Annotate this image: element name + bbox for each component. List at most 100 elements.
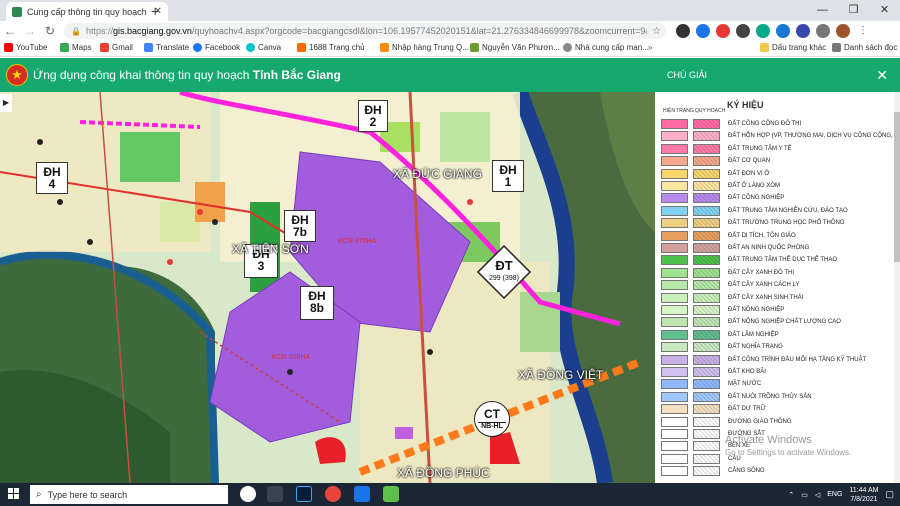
bookmark-translate[interactable]: Translate <box>144 43 189 52</box>
bookmark-star-icon[interactable]: ☆ <box>652 26 666 37</box>
extension-icon[interactable] <box>716 24 730 38</box>
browser-tab-bar: Cung cấp thông tin quy hoạch V ✕ + — ❐ ✕ <box>0 0 900 21</box>
photoshop-icon[interactable] <box>296 486 312 502</box>
legend-swatch-current <box>661 342 688 353</box>
profile-avatar[interactable] <box>836 24 850 38</box>
place-label-dong-phuc: XÃ ĐỒNG PHÚC <box>397 466 490 480</box>
legend-item-label: ĐẤT TRUNG TÂM THỂ DỤC THỂ THAO <box>728 257 838 264</box>
legend-swatch-current <box>661 329 688 340</box>
bookmark-other[interactable]: Dấu trang khác <box>760 43 826 52</box>
legend-swatch-plan <box>693 317 720 328</box>
legend-item: ĐẤT TRUNG TÂM NGHIÊN CỨU, ĐÀO TẠO <box>661 205 848 217</box>
zone-label-dh7b[interactable]: ĐH 7b <box>284 210 316 242</box>
legend-swatch-current <box>661 156 688 167</box>
legend-swatch-plan <box>693 367 720 377</box>
legend-item-label: MẶT NƯỚC <box>728 381 762 388</box>
bookmark-youtube[interactable]: YouTube <box>4 43 47 52</box>
lock-icon[interactable]: 🔒 <box>71 27 81 36</box>
maximize-icon[interactable]: ❐ <box>838 0 869 21</box>
legend-body[interactable]: HIỆN TRẠNG QUY HOẠCH KÝ HIỆU ĐẤT CÔNG CỘ… <box>655 92 900 483</box>
zone-label-dt-code: 299 (398) <box>489 275 519 282</box>
legend-swatch-current <box>661 280 688 291</box>
zone-label-dh1[interactable]: ĐH 1 <box>492 160 524 192</box>
volume-icon[interactable]: ◁ <box>815 491 820 499</box>
bookmarks-overflow-icon[interactable]: » <box>648 43 652 52</box>
chrome-app-icon[interactable] <box>240 486 256 502</box>
legend-item-label: ĐẤT TRƯỜNG TRUNG HỌC PHỔ THÔNG <box>728 220 845 227</box>
legend-swatch-plan <box>693 466 720 477</box>
extension-icon[interactable] <box>756 24 770 38</box>
clock[interactable]: 11:44 AM 7/8/2021 <box>849 486 878 504</box>
legend-item-label: ĐẤT ĐƠN VỊ Ở <box>728 170 770 177</box>
zone-label-dh4[interactable]: ĐH 4 <box>36 162 68 194</box>
taskbar-search[interactable]: ⌕ Type here to search <box>30 485 228 504</box>
start-windows-icon[interactable] <box>8 488 20 500</box>
bookmark-1688[interactable]: 1688 Trang chủ <box>297 43 365 52</box>
bookmark-gmail[interactable]: Gmail <box>100 43 133 52</box>
extension-icon[interactable] <box>676 24 690 38</box>
bookmark-canva[interactable]: Canva <box>246 43 281 52</box>
site-favicon-icon <box>12 6 22 17</box>
legend-swatch-plan <box>693 230 720 241</box>
bookmark-reading-list[interactable]: Danh sách đọc <box>832 43 897 52</box>
legend-swatch-current <box>661 453 688 464</box>
legend-swatch-plan <box>693 379 720 390</box>
extension-icon[interactable] <box>696 24 710 38</box>
browser-tab[interactable]: Cung cấp thông tin quy hoạch V ✕ <box>6 2 168 21</box>
zone-label-dh2[interactable]: ĐH 2 <box>358 100 388 132</box>
legend-swatch-plan <box>693 404 720 415</box>
legend-item-label: ĐẤT NÔNG NGHIỆP CHẤT LƯỢNG CAO <box>728 319 841 326</box>
legend-swatch-current <box>661 119 688 129</box>
taskbar-search-placeholder: Type here to search <box>47 489 128 500</box>
back-icon[interactable]: ← <box>0 24 20 38</box>
extension-icon[interactable] <box>776 24 790 38</box>
legend-scrollbar[interactable] <box>894 92 900 483</box>
close-window-icon[interactable]: ✕ <box>869 0 900 21</box>
language-indicator[interactable]: ENG <box>827 491 842 498</box>
legend-swatch-current <box>661 367 688 377</box>
legend-panel: CHÚ GIẢI ✕ HIỆN TRẠNG QUY HOẠCH KÝ HIỆU … <box>655 58 900 483</box>
extension-icon[interactable] <box>736 24 750 38</box>
legend-item-label: ĐẤT CÂY XANH CÁCH LY <box>728 282 800 289</box>
legend-header: CHÚ GIẢI ✕ <box>655 58 900 92</box>
network-icon[interactable]: ▭ <box>801 491 808 499</box>
puzzle-icon[interactable] <box>816 24 830 38</box>
address-bar-row: ← → ↻ 🔒 https://gis.bacgiang.gov.vn/quyh… <box>0 21 900 41</box>
legend-swatch-current <box>661 255 688 266</box>
legend-swatch-current <box>661 168 688 179</box>
app-icon[interactable] <box>383 486 399 502</box>
minimize-icon[interactable]: — <box>807 0 838 21</box>
close-legend-icon[interactable]: ✕ <box>876 67 888 84</box>
national-emblem-icon: ★ <box>6 64 28 86</box>
chevron-up-icon[interactable]: ⌃ <box>788 491 794 499</box>
planning-map[interactable]: ▶ ĐH 2 ĐH 4 ĐH 1 ĐH 7b ĐH 3 ĐH 8b ĐT 299 (398)… <box>0 92 655 483</box>
menu-icon[interactable]: ⋮ <box>856 24 870 38</box>
legend-item: ĐẤT TRƯỜNG TRUNG HỌC PHỔ THÔNG <box>661 217 845 229</box>
zone-label-ct[interactable]: CT NB-HL <box>474 401 510 437</box>
extension-icon[interactable] <box>796 24 810 38</box>
bookmark-nhap-hang[interactable]: Nhập hàng Trung Q... <box>380 43 469 52</box>
new-tab-icon[interactable]: + <box>151 3 159 19</box>
bookmark-nha-cung-cap[interactable]: Nhà cung cấp man... <box>563 43 649 52</box>
sidebar-toggle-icon[interactable]: ▶ <box>0 94 12 112</box>
chrome-running-icon[interactable] <box>325 486 341 502</box>
zone-label-dh8b[interactable]: ĐH 8b <box>300 286 334 320</box>
forward-icon[interactable]: → <box>20 24 40 38</box>
folder-icon <box>760 43 769 52</box>
file-explorer-icon[interactable] <box>267 486 283 502</box>
reload-icon[interactable]: ↻ <box>40 24 60 38</box>
place-label-tien-son: XÃ TIÊN SƠN <box>232 242 309 256</box>
legend-item-label: ĐẤT CÔNG TRÌNH ĐẦU MỐI HẠ TẦNG KỸ THUẬT <box>728 356 867 363</box>
facebook-icon <box>193 43 202 52</box>
legend-swatch-current <box>661 429 688 439</box>
bookmark-maps[interactable]: Maps <box>60 43 92 52</box>
bookmark-nguyen[interactable]: Nguyễn Văn Phươn... <box>470 43 560 52</box>
legend-item-label: ĐẤT CƠ QUAN <box>728 158 771 165</box>
drive-icon[interactable] <box>354 486 370 502</box>
notification-icon[interactable]: ▢ <box>885 489 894 500</box>
bookmark-facebook[interactable]: Facebook <box>193 43 240 52</box>
legend-item: ĐẤT CÂY XANH SINH THÁI <box>661 292 803 304</box>
url-field[interactable]: 🔒 https://gis.bacgiang.gov.vn/quyhoachv4… <box>64 23 666 39</box>
place-label-dong-viet: XÃ ĐỒNG VIỆT <box>518 368 604 382</box>
legend-item: ĐẤT DỰ TRỮ <box>661 403 766 415</box>
